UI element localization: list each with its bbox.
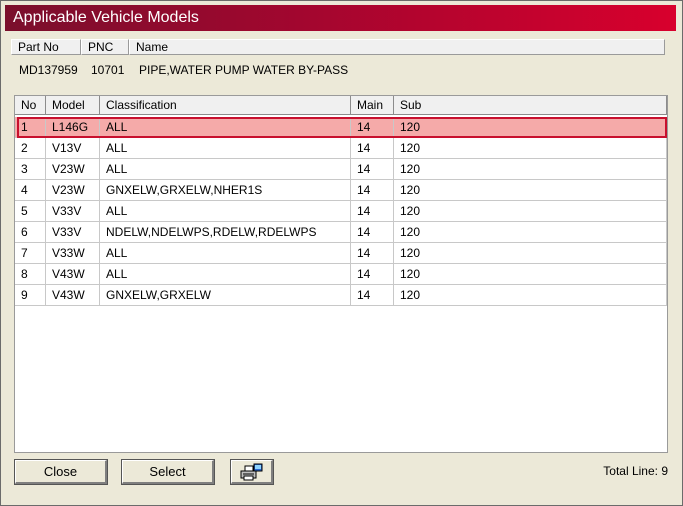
cell-model: V23W xyxy=(46,159,100,180)
cell-sub: 120 xyxy=(394,264,667,285)
pnc-value: 10701 xyxy=(91,63,125,77)
table-row[interactable]: 8 V43W ALL 14 120 xyxy=(15,264,667,285)
title-bar[interactable]: Applicable Vehicle Models xyxy=(5,5,676,31)
cell-classification: NDELW,NDELWPS,RDELW,RDELWPS xyxy=(100,222,351,243)
cell-no: 5 xyxy=(15,201,46,222)
select-button[interactable]: Select xyxy=(121,459,215,485)
table-row[interactable]: 3 V23W ALL 14 120 xyxy=(15,159,667,180)
cell-model: V13V xyxy=(46,138,100,159)
cell-classification: ALL xyxy=(100,201,351,222)
column-header-sub[interactable]: Sub xyxy=(394,96,667,115)
column-header-no[interactable]: No xyxy=(15,96,46,115)
cell-main: 14 xyxy=(351,243,394,264)
cell-sub: 120 xyxy=(394,180,667,201)
cell-main: 14 xyxy=(351,180,394,201)
column-header-main[interactable]: Main xyxy=(351,96,394,115)
cell-main: 14 xyxy=(351,159,394,180)
table-row[interactable]: 4 V23W GNXELW,GRXELW,NHER1S 14 120 xyxy=(15,180,667,201)
close-button[interactable]: Close xyxy=(14,459,108,485)
cell-model: V43W xyxy=(46,264,100,285)
vehicle-models-table[interactable]: No Model Classification Main Sub 1 L146G A… xyxy=(14,95,668,453)
part-info-panel: Part No PNC Name MD137959 10701 PIPE,WAT… xyxy=(11,37,669,91)
cell-sub: 120 xyxy=(394,201,667,222)
cell-no: 3 xyxy=(15,159,46,180)
cell-sub: 120 xyxy=(394,222,667,243)
cell-no: 1 xyxy=(15,117,46,138)
table-row[interactable]: 1 L146G ALL 14 120 xyxy=(15,117,667,138)
table-row[interactable]: 9 V43W GNXELW,GRXELW 14 120 xyxy=(15,285,667,306)
cell-no: 2 xyxy=(15,138,46,159)
cell-main: 14 xyxy=(351,264,394,285)
cell-sub: 120 xyxy=(394,117,667,138)
printer-icon xyxy=(240,463,262,481)
cell-classification: ALL xyxy=(100,117,351,138)
cell-classification: ALL xyxy=(100,243,351,264)
window-title: Applicable Vehicle Models xyxy=(13,9,199,26)
cell-classification: GNXELW,GRXELW xyxy=(100,285,351,306)
column-header-model[interactable]: Model xyxy=(46,96,100,115)
cell-main: 14 xyxy=(351,138,394,159)
cell-sub: 120 xyxy=(394,159,667,180)
cell-main: 14 xyxy=(351,117,394,138)
cell-classification: ALL xyxy=(100,138,351,159)
part-no-header: Part No xyxy=(11,39,81,55)
cell-no: 4 xyxy=(15,180,46,201)
cell-main: 14 xyxy=(351,222,394,243)
cell-model: V33V xyxy=(46,201,100,222)
table-row[interactable]: 7 V33W ALL 14 120 xyxy=(15,243,667,264)
cell-classification: ALL xyxy=(100,159,351,180)
pnc-header: PNC xyxy=(81,39,129,55)
cell-no: 9 xyxy=(15,285,46,306)
cell-no: 6 xyxy=(15,222,46,243)
column-header-classification[interactable]: Classification xyxy=(100,96,351,115)
applicable-vehicle-models-dialog: Applicable Vehicle Models Part No PNC Na… xyxy=(0,0,683,506)
cell-no: 8 xyxy=(15,264,46,285)
cell-model: L146G xyxy=(46,117,100,138)
cell-main: 14 xyxy=(351,201,394,222)
cell-sub: 120 xyxy=(394,243,667,264)
cell-no: 7 xyxy=(15,243,46,264)
part-name-value: PIPE,WATER PUMP WATER BY-PASS xyxy=(139,63,349,77)
cell-model: V23W xyxy=(46,180,100,201)
cell-model: V43W xyxy=(46,285,100,306)
cell-main: 14 xyxy=(351,285,394,306)
cell-sub: 120 xyxy=(394,285,667,306)
total-line-label: Total Line: 9 xyxy=(603,464,668,478)
name-header: Name xyxy=(129,39,665,55)
table-row[interactable]: 5 V33V ALL 14 120 xyxy=(15,201,667,222)
cell-classification: ALL xyxy=(100,264,351,285)
cell-model: V33V xyxy=(46,222,100,243)
print-button[interactable] xyxy=(230,459,274,485)
table-row[interactable]: 2 V13V ALL 14 120 xyxy=(15,138,667,159)
cell-model: V33W xyxy=(46,243,100,264)
part-no-value: MD137959 xyxy=(19,63,78,77)
cell-sub: 120 xyxy=(394,138,667,159)
cell-classification: GNXELW,GRXELW,NHER1S xyxy=(100,180,351,201)
table-row[interactable]: 6 V33V NDELW,NDELWPS,RDELW,RDELWPS 14 120 xyxy=(15,222,667,243)
